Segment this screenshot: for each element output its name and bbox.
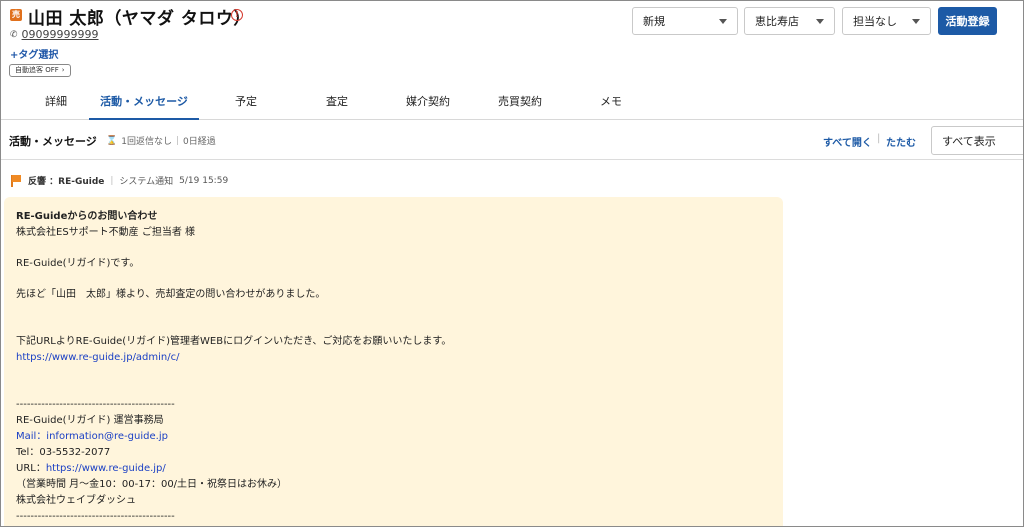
- message-company: 株式会社ウェイブダッシュ: [16, 495, 136, 506]
- customer-header: 売 山田 太郎（ヤマダ タロウ） ! ✆ 09099999999 +タグ選択 自…: [1, 1, 1023, 81]
- chevron-down-icon: [912, 18, 920, 24]
- view-filter-value: すべて表示: [942, 134, 996, 148]
- tab-activity-messages[interactable]: 活動・メッセージ: [89, 85, 199, 120]
- tab-bar: 詳細 活動・メッセージ 予定 査定 媒介契約 売買契約 メモ: [1, 85, 1023, 120]
- phone-icon: ✆: [10, 29, 18, 40]
- url-label: URL：: [16, 463, 46, 474]
- sale-badge: 売: [10, 9, 22, 21]
- activity-type: 反響 ：RE-Guide: [28, 177, 105, 187]
- register-activity-button[interactable]: 活動登録: [938, 7, 997, 35]
- divider: |: [175, 135, 179, 146]
- tag-select-link[interactable]: +タグ選択: [10, 46, 58, 61]
- message-intro: RE-Guide(リガイド)です。: [16, 258, 140, 269]
- chevron-right-icon: ›: [61, 66, 65, 74]
- status-select[interactable]: 新規: [632, 7, 738, 35]
- auto-chase-toggle[interactable]: 自動追客 OFF ›: [9, 64, 71, 77]
- mail-link[interactable]: Mail：information@re-guide.jp: [16, 429, 771, 445]
- activity-datetime: 5/19 15:59: [179, 175, 229, 186]
- status-select-value: 新規: [643, 15, 665, 28]
- phone-number[interactable]: 09099999999: [22, 28, 99, 41]
- phone-row: ✆ 09099999999: [10, 28, 99, 41]
- message-body-line: 先ほど「山田 太郎」様より、売却査定の問い合わせがありました。: [16, 289, 326, 300]
- expand-all-link[interactable]: すべて開く: [823, 134, 872, 149]
- message-tel: Tel：03-5532-2077: [16, 447, 111, 458]
- flag-icon: [10, 174, 22, 187]
- message-office: RE-Guide(リガイド) 運営事務局: [16, 415, 164, 426]
- owner-select[interactable]: 担当なし: [842, 7, 931, 35]
- message-body-line: 下記URLよりRE-Guide(リガイド)管理者WEBにログインいただき、ご対応…: [16, 336, 452, 347]
- section-title: 活動・メッセージ: [9, 135, 97, 148]
- view-filter-select[interactable]: すべて表示: [931, 126, 1023, 155]
- activity-header: 反響 ：RE-Guide | システム通知 5/19 15:59: [10, 174, 228, 187]
- tab-memo[interactable]: メモ: [556, 85, 666, 120]
- elapsed-days: 0日経過: [183, 137, 216, 147]
- chevron-down-icon: [719, 18, 727, 24]
- reply-status: 1回返信なし: [121, 137, 172, 147]
- activity-source: システム通知: [119, 177, 174, 187]
- admin-url-link[interactable]: https://www.re-guide.jp/admin/c/: [16, 350, 771, 366]
- website-link[interactable]: https://www.re-guide.jp/: [46, 463, 166, 474]
- hourglass-icon: ⌛: [106, 135, 118, 146]
- owner-select-value: 担当なし: [853, 15, 897, 28]
- reply-meta: ⌛ 1回返信なし | 0日経過: [106, 134, 216, 148]
- message-url-row: URL：https://www.re-guide.jp/: [16, 461, 771, 477]
- app-frame: 売 山田 太郎（ヤマダ タロウ） ! ✆ 09099999999 +タグ選択 自…: [0, 0, 1024, 527]
- customer-name: 山田 太郎（ヤマダ タロウ）: [28, 9, 251, 29]
- store-select[interactable]: 恵比寿店: [744, 7, 835, 35]
- message-divider: ----------------------------------------…: [16, 399, 175, 410]
- message-hours: （営業時間 月～金10：00-17：00/土日・祝祭日はお休み）: [16, 479, 288, 490]
- auto-chase-label: 自動追客 OFF: [15, 66, 59, 74]
- message-subject: RE-Guideからのお問い合わせ: [16, 211, 158, 222]
- alert-circle-icon[interactable]: !: [231, 9, 243, 21]
- collapse-link[interactable]: たたむ: [886, 134, 916, 149]
- divider: |: [877, 133, 881, 144]
- message-body: RE-Guideからのお問い合わせ 株式会社ESサポート不動産 ご担当者 様 R…: [4, 197, 783, 526]
- message-divider: ----------------------------------------…: [16, 511, 175, 522]
- section-header: 活動・メッセージ ⌛ 1回返信なし | 0日経過 すべて開く | たたむ すべて…: [1, 121, 1023, 160]
- store-select-value: 恵比寿店: [755, 15, 799, 28]
- message-recipient: 株式会社ESサポート不動産 ご担当者 様: [16, 227, 196, 238]
- chevron-down-icon: [816, 18, 824, 24]
- divider: |: [110, 175, 114, 186]
